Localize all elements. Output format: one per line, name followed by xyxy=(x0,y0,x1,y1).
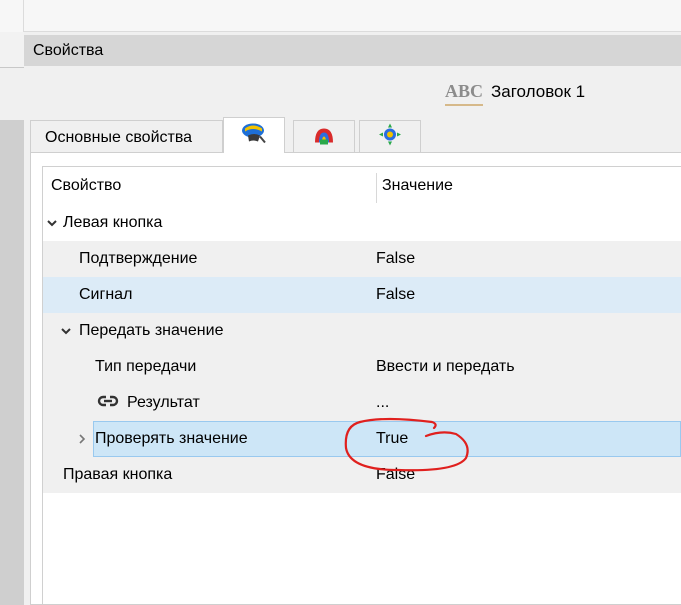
row-value[interactable]: True xyxy=(376,421,408,457)
top-strip-left xyxy=(0,0,24,32)
row-label: Сигнал xyxy=(79,286,133,303)
top-strip-right xyxy=(24,0,681,32)
link-icon xyxy=(97,385,119,421)
property-grid-body: Свойство Значение Левая кнопка Подтвержд… xyxy=(42,166,681,604)
chevron-down-icon[interactable] xyxy=(59,313,73,349)
column-header-value[interactable]: Значение xyxy=(382,167,453,205)
row-label: Тип передачи xyxy=(95,358,197,375)
left-column-upper xyxy=(0,32,24,68)
grid-row-right-button[interactable]: Правая кнопка False xyxy=(43,457,681,493)
tab-basic-properties[interactable]: Основные свойства xyxy=(30,120,223,153)
row-label: Передать значение xyxy=(79,322,224,339)
property-grid: Свойство Значение Левая кнопка Подтвержд… xyxy=(30,152,681,605)
row-label: Правая кнопка xyxy=(63,466,173,483)
tab-layout[interactable] xyxy=(359,120,421,153)
grid-header: Свойство Значение xyxy=(43,167,681,205)
left-column xyxy=(0,32,24,605)
selected-element-label: Заголовок 1 xyxy=(491,82,586,101)
row-value[interactable]: False xyxy=(376,457,415,493)
tab-bar: Основные свойства xyxy=(30,117,681,154)
row-label: Подтверждение xyxy=(79,250,198,267)
chevron-right-icon[interactable] xyxy=(75,421,89,457)
grid-row-transfer-type[interactable]: Тип передачи Ввести и передать xyxy=(43,349,681,385)
selected-element-row: ABC Заголовок 1 xyxy=(431,72,681,112)
grid-row-check-value[interactable]: Проверять значение True xyxy=(43,421,681,457)
row-value[interactable]: False xyxy=(376,277,415,313)
column-separator[interactable] xyxy=(376,173,377,203)
row-label: Результат xyxy=(127,394,200,411)
styles-icon xyxy=(311,123,337,152)
tab-events[interactable] xyxy=(223,117,285,153)
text-element-icon: ABC xyxy=(445,78,483,106)
tab-styles[interactable] xyxy=(293,120,355,153)
row-label: Проверять значение xyxy=(95,430,248,447)
layout-icon xyxy=(377,123,403,152)
top-strip xyxy=(0,0,681,32)
row-label: Левая кнопка xyxy=(63,214,163,231)
grid-row-left-button[interactable]: Левая кнопка xyxy=(43,205,681,241)
properties-panel: Свойства ABC Заголовок 1 Основные свойст… xyxy=(24,32,681,605)
grid-row-pass-value[interactable]: Передать значение xyxy=(43,313,681,349)
chevron-down-icon[interactable] xyxy=(45,205,59,241)
row-value[interactable]: ... xyxy=(376,385,389,421)
grid-row-result[interactable]: Результат ... xyxy=(43,385,681,421)
events-icon xyxy=(240,120,268,151)
left-column-bar xyxy=(0,120,24,605)
grid-row-confirmation[interactable]: Подтверждение False xyxy=(43,241,681,277)
row-value[interactable]: False xyxy=(376,241,415,277)
row-value[interactable]: Ввести и передать xyxy=(376,349,515,385)
column-header-property[interactable]: Свойство xyxy=(51,167,121,205)
grid-row-signal[interactable]: Сигнал False xyxy=(43,277,681,313)
panel-title: Свойства xyxy=(24,35,681,66)
